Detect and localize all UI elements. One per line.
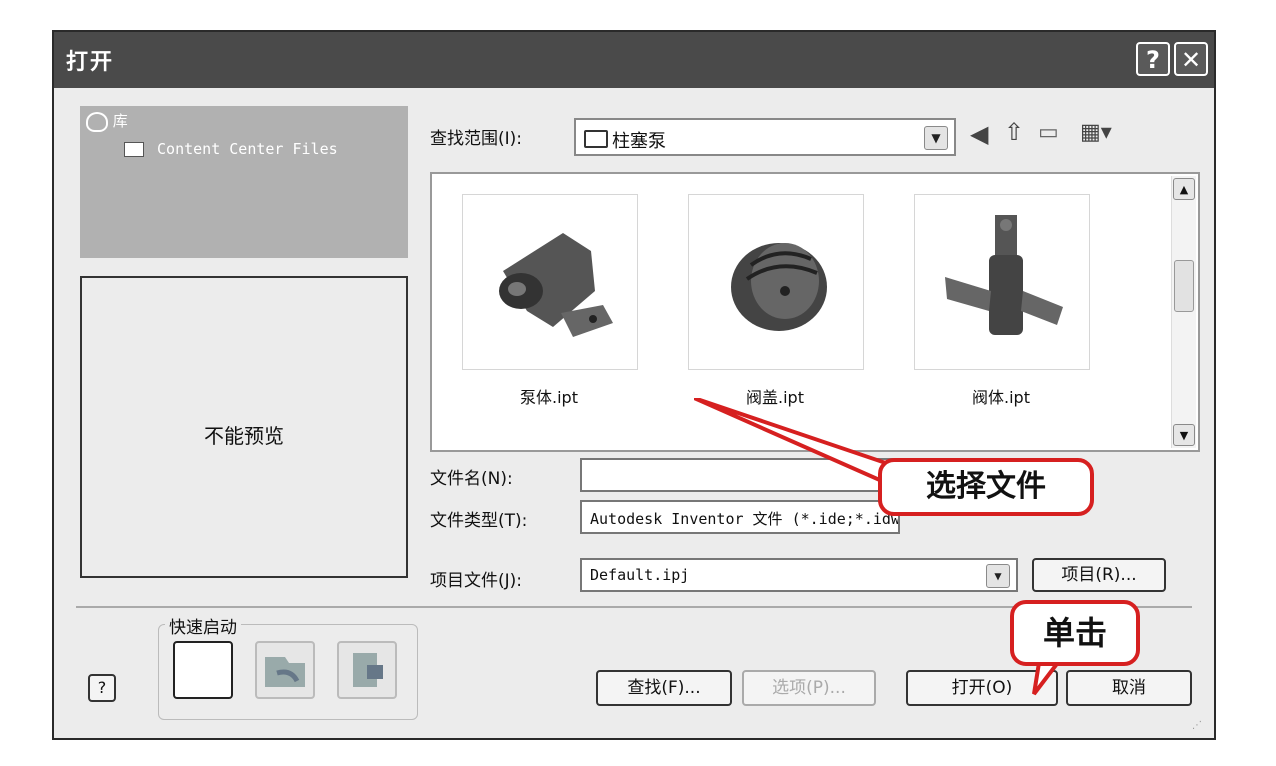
close-button[interactable]: ✕ bbox=[1174, 42, 1208, 76]
up-folder-icon[interactable]: ⇧ bbox=[1004, 118, 1024, 146]
project-icon[interactable] bbox=[337, 641, 397, 699]
new-file-icon[interactable] bbox=[173, 641, 233, 699]
valve-body-icon bbox=[945, 215, 1063, 335]
library-root[interactable]: 库 bbox=[86, 110, 128, 132]
scroll-up-icon[interactable]: ▲ bbox=[1173, 178, 1195, 200]
project-value: Default.ipj bbox=[590, 566, 690, 584]
file-thumb[interactable] bbox=[914, 194, 1090, 370]
chevron-down-icon[interactable]: ▼ bbox=[924, 126, 948, 150]
help-icon[interactable]: ? bbox=[88, 674, 116, 702]
file-list-scrollbar[interactable]: ▲ ▼ bbox=[1171, 176, 1196, 448]
scroll-thumb[interactable] bbox=[1174, 260, 1194, 312]
resize-grip[interactable]: ⋰ bbox=[1192, 720, 1202, 731]
new-folder-icon[interactable]: ▭ bbox=[1038, 120, 1059, 145]
folder-icon bbox=[124, 142, 144, 157]
door-icon bbox=[353, 653, 383, 687]
open-folder-icon[interactable] bbox=[255, 641, 315, 699]
project-select[interactable]: Default.ipj ▼ bbox=[580, 558, 1018, 592]
pump-body-icon bbox=[499, 233, 613, 337]
library-item-label: Content Center Files bbox=[157, 140, 338, 158]
library-root-label: 库 bbox=[112, 112, 128, 130]
title-bar: 打开 ? ✕ bbox=[54, 32, 1214, 88]
folder-icon bbox=[584, 130, 608, 148]
lookin-combo[interactable]: 柱塞泵 ▼ bbox=[574, 118, 956, 156]
lookin-label: 查找范围(I): bbox=[430, 129, 523, 149]
find-button[interactable]: 查找(F)... bbox=[596, 670, 732, 706]
open-dialog: 打开 ? ✕ 库 Content Center Files 不能预览 查找范围(… bbox=[52, 30, 1216, 740]
arrow-icon bbox=[265, 657, 305, 687]
back-icon[interactable]: ◀ bbox=[970, 120, 988, 148]
file-name[interactable]: 泵体.ipt bbox=[462, 384, 636, 408]
quick-launch-group: 快速启动 bbox=[158, 613, 418, 720]
preview-text: 不能预览 bbox=[204, 424, 284, 448]
file-thumb[interactable] bbox=[688, 194, 864, 370]
lookin-value: 柱塞泵 bbox=[612, 131, 666, 152]
library-item-content-center[interactable]: Content Center Files bbox=[124, 140, 338, 158]
select-file-callout: 选择文件 bbox=[878, 458, 1094, 516]
chevron-down-icon[interactable]: ▼ bbox=[986, 564, 1010, 588]
filetype-label: 文件类型(T): bbox=[430, 511, 528, 531]
window-title: 打开 bbox=[66, 50, 115, 75]
help-button[interactable]: ? bbox=[1136, 42, 1170, 76]
click-callout: 单击 bbox=[1010, 600, 1140, 666]
quick-launch-title: 快速启动 bbox=[165, 613, 241, 638]
valve-cap-icon bbox=[731, 243, 827, 331]
library-panel: 库 Content Center Files bbox=[80, 106, 408, 258]
file-thumb[interactable] bbox=[462, 194, 638, 370]
library-icon bbox=[86, 111, 108, 132]
options-button[interactable]: 选项(P)... bbox=[742, 670, 876, 706]
scroll-down-icon[interactable]: ▼ bbox=[1173, 424, 1195, 446]
view-menu-icon[interactable]: ▦▾ bbox=[1080, 120, 1112, 145]
filename-label: 文件名(N): bbox=[430, 469, 513, 489]
project-label: 项目文件(J): bbox=[430, 571, 523, 591]
preview-panel: 不能预览 bbox=[80, 276, 408, 578]
project-button[interactable]: 项目(R)... bbox=[1032, 558, 1166, 592]
